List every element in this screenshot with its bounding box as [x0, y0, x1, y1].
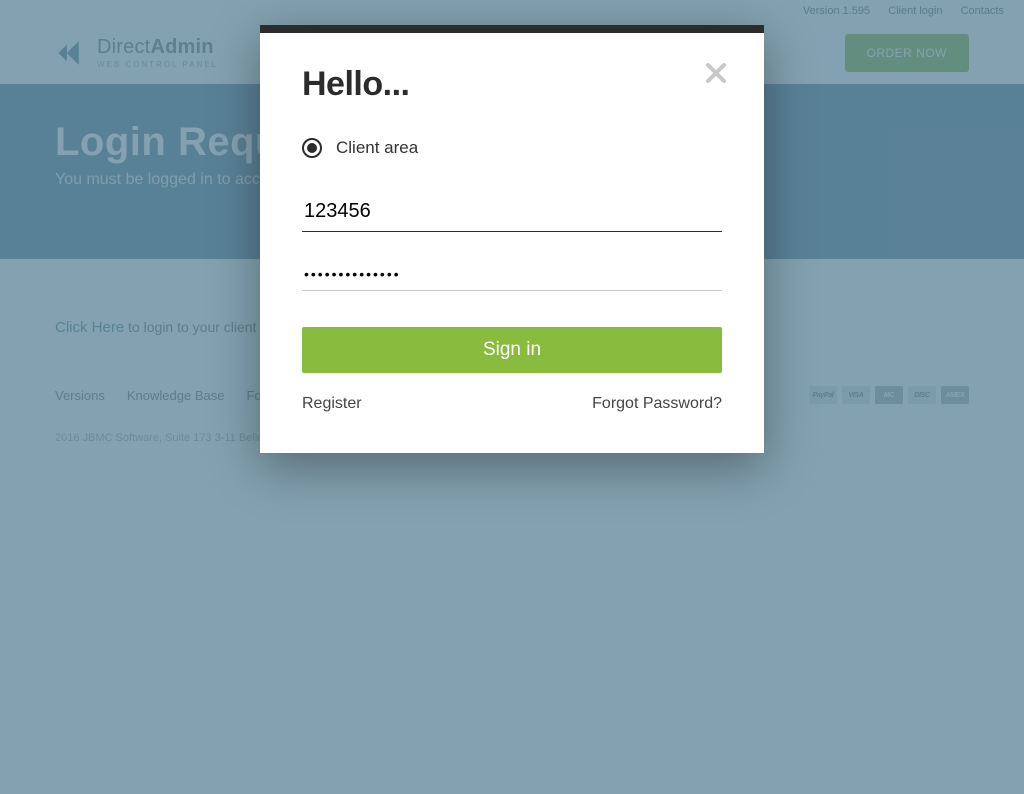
close-icon[interactable]: [704, 61, 734, 91]
username-input[interactable]: [302, 192, 722, 232]
signin-button[interactable]: Sign in: [302, 327, 722, 373]
modal-accent-bar: [260, 25, 764, 33]
password-input[interactable]: [302, 258, 722, 291]
forgot-password-link[interactable]: Forgot Password?: [592, 395, 722, 413]
radio-checked-icon: [302, 138, 322, 158]
modal-title: Hello...: [302, 65, 722, 104]
area-radio-label: Client area: [336, 138, 418, 158]
area-radio[interactable]: Client area: [302, 138, 722, 158]
login-modal: Hello... Client area Sign in Register Fo…: [260, 25, 764, 453]
register-link[interactable]: Register: [302, 395, 362, 413]
